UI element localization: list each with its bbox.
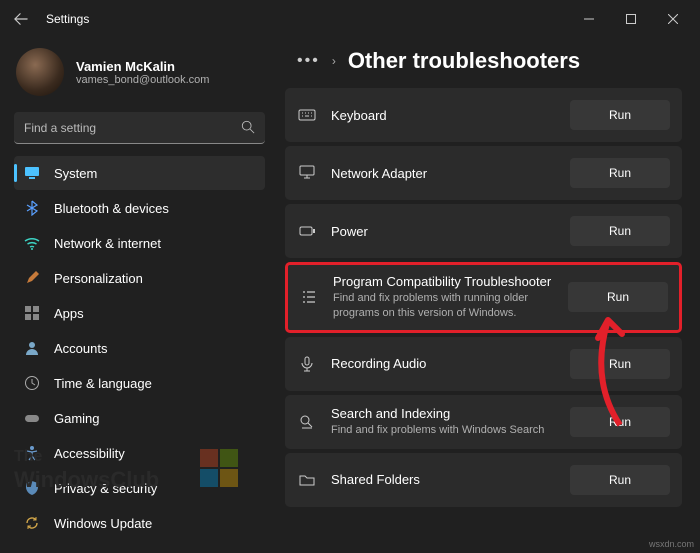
nav-bluetooth[interactable]: Bluetooth & devices xyxy=(14,191,265,225)
item-shared-folders: Shared Folders Run xyxy=(285,453,682,507)
clock-icon xyxy=(24,375,40,391)
nav: System Bluetooth & devices Network & int… xyxy=(14,156,265,540)
battery-icon xyxy=(297,221,317,241)
search-input[interactable] xyxy=(14,112,265,144)
nav-label: Network & internet xyxy=(54,236,161,251)
window-controls xyxy=(568,4,694,34)
list-classic-icon xyxy=(299,287,319,307)
shield-icon xyxy=(24,480,40,496)
close-button[interactable] xyxy=(652,4,694,34)
brush-icon xyxy=(24,270,40,286)
run-button-search[interactable]: Run xyxy=(570,407,670,437)
run-button-power[interactable]: Run xyxy=(570,216,670,246)
nav-update[interactable]: Windows Update xyxy=(14,506,265,540)
item-title: Network Adapter xyxy=(331,166,556,181)
wifi-icon xyxy=(24,235,40,251)
item-network-adapter: Network Adapter Run xyxy=(285,146,682,200)
nav-label: Accessibility xyxy=(54,446,125,461)
user-name: Vamien McKalin xyxy=(76,59,209,74)
nav-label: Time & language xyxy=(54,376,152,391)
item-title: Recording Audio xyxy=(331,356,556,371)
nav-time[interactable]: Time & language xyxy=(14,366,265,400)
back-button[interactable] xyxy=(6,4,36,34)
nav-label: Accounts xyxy=(54,341,107,356)
nav-privacy[interactable]: Privacy & security xyxy=(14,471,265,505)
titlebar: Settings xyxy=(0,0,700,38)
nav-label: Windows Update xyxy=(54,516,152,531)
user-email: vames_bond@outlook.com xyxy=(76,74,209,86)
item-program-compatibility: Program Compatibility Troubleshooter Fin… xyxy=(285,262,682,333)
user-profile[interactable]: Vamien McKalin vames_bond@outlook.com xyxy=(14,44,265,110)
back-arrow-icon xyxy=(14,12,28,26)
run-button-recording[interactable]: Run xyxy=(570,349,670,379)
nav-apps[interactable]: Apps xyxy=(14,296,265,330)
item-title: Program Compatibility Troubleshooter xyxy=(333,274,554,289)
maximize-button[interactable] xyxy=(610,4,652,34)
close-icon xyxy=(668,14,678,24)
nav-accessibility[interactable]: Accessibility xyxy=(14,436,265,470)
minimize-button[interactable] xyxy=(568,4,610,34)
nav-system[interactable]: System xyxy=(14,156,265,190)
item-title: Shared Folders xyxy=(331,472,556,487)
item-title: Power xyxy=(331,224,556,239)
apps-icon xyxy=(24,305,40,321)
update-icon xyxy=(24,515,40,531)
nav-accounts[interactable]: Accounts xyxy=(14,331,265,365)
folder-share-icon xyxy=(297,470,317,490)
nav-label: Bluetooth & devices xyxy=(54,201,169,216)
nav-gaming[interactable]: Gaming xyxy=(14,401,265,435)
sidebar: Vamien McKalin vames_bond@outlook.com Sy… xyxy=(0,38,275,553)
monitor-icon xyxy=(24,165,40,181)
nav-label: Personalization xyxy=(54,271,143,286)
chevron-right-icon: › xyxy=(332,54,336,68)
search-list-icon xyxy=(297,412,317,432)
keyboard-icon xyxy=(297,105,317,125)
nav-label: Apps xyxy=(54,306,84,321)
avatar xyxy=(16,48,64,96)
item-recording-audio: Recording Audio Run xyxy=(285,337,682,391)
microphone-icon xyxy=(297,354,317,374)
nav-label: System xyxy=(54,166,97,181)
page-header: ••• › Other troubleshooters xyxy=(285,38,682,88)
nav-label: Gaming xyxy=(54,411,100,426)
monitor-network-icon xyxy=(297,163,317,183)
item-title: Keyboard xyxy=(331,108,556,123)
window-title: Settings xyxy=(46,12,89,26)
nav-personalization[interactable]: Personalization xyxy=(14,261,265,295)
search-icon xyxy=(241,120,255,134)
nav-network[interactable]: Network & internet xyxy=(14,226,265,260)
item-search-indexing: Search and Indexing Find and fix problem… xyxy=(285,395,682,449)
item-power: Power Run xyxy=(285,204,682,258)
item-subtitle: Find and fix problems with Windows Searc… xyxy=(331,423,556,438)
maximize-icon xyxy=(626,14,636,24)
item-keyboard: Keyboard Run xyxy=(285,88,682,142)
search-wrapper xyxy=(14,112,265,144)
bluetooth-icon xyxy=(24,200,40,216)
accessibility-icon xyxy=(24,445,40,461)
content: ••• › Other troubleshooters Keyboard Run… xyxy=(275,38,700,553)
more-button[interactable]: ••• xyxy=(297,52,320,70)
page-title: Other troubleshooters xyxy=(348,48,580,74)
run-button-shared[interactable]: Run xyxy=(570,465,670,495)
item-title: Search and Indexing xyxy=(331,406,556,421)
run-button-program[interactable]: Run xyxy=(568,282,668,312)
person-icon xyxy=(24,340,40,356)
gamepad-icon xyxy=(24,410,40,426)
troubleshooter-list: Keyboard Run Network Adapter Run Power R… xyxy=(285,88,682,507)
run-button-keyboard[interactable]: Run xyxy=(570,100,670,130)
nav-label: Privacy & security xyxy=(54,481,157,496)
item-subtitle: Find and fix problems with running older… xyxy=(333,291,554,321)
minimize-icon xyxy=(584,14,594,24)
run-button-network[interactable]: Run xyxy=(570,158,670,188)
